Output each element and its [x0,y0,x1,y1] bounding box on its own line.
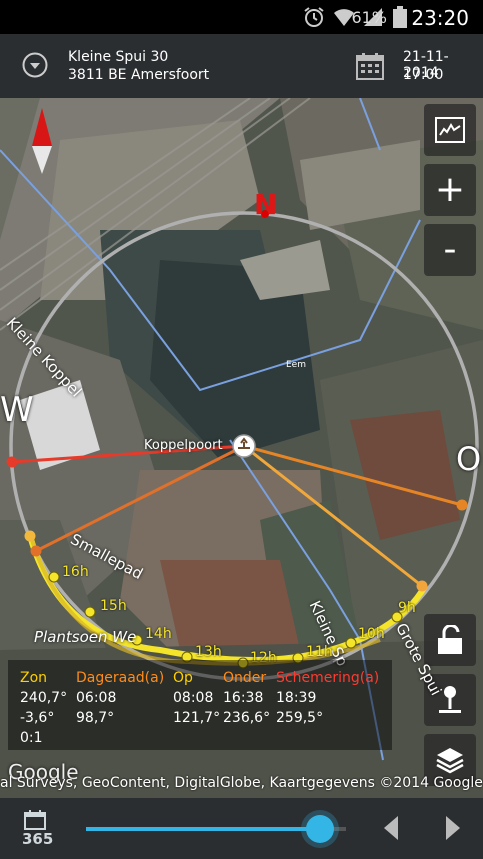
address-street[interactable]: Kleine Spui 30 [68,49,168,65]
sunrise-time: 08:08 [173,690,214,706]
zoom-in-label: + [434,169,466,210]
compass-icon[interactable] [28,106,56,176]
calendar-icon[interactable] [356,52,384,80]
hour-label: 9h [398,600,416,616]
zoom-in-button[interactable]: + [424,164,476,216]
calendar-icon [24,810,46,830]
sunset-azimuth: 236,6° [223,710,271,726]
chevron-down-icon[interactable] [22,52,48,78]
sun-info-panel: Zon Dageraad(a) Op Onder Schemering(a) 2… [8,660,392,750]
previous-icon[interactable] [376,812,408,844]
shadow-ratio: 0:1 [20,730,43,746]
status-clock: 23:20 [411,6,469,30]
location-label: Koppelpoort [144,438,223,453]
info-header: Dageraad(a) [76,670,165,686]
hour-label: 10h [358,626,385,642]
hour-label: 15h [100,598,127,614]
zoom-out-label: - [443,229,457,270]
sun-azimuth: 240,7° [20,690,68,706]
days-count: 365 [22,830,54,848]
bottom-bar: 365 [0,798,483,859]
zoom-out-button[interactable]: - [424,224,476,276]
status-bar: 61% 23:20 [0,0,483,34]
hour-label: 14h [145,626,172,642]
street-label: Plantsoen We [34,628,137,646]
dawn-azimuth: 98,7° [76,710,115,726]
info-header: Onder [223,670,267,686]
info-header: Op [173,670,193,686]
dusk-azimuth: 259,5° [276,710,324,726]
sunset-time: 16:38 [223,690,264,706]
year-range-button[interactable]: 365 [18,808,58,852]
slider-fill [86,827,320,831]
selected-time[interactable]: 17:00 [403,67,443,83]
info-header: Zon [20,670,48,686]
map-type-button[interactable] [424,104,476,156]
battery-percentage: 61% [351,8,387,27]
map-icon [435,117,465,143]
hour-label: 11h [306,644,333,660]
sunrise-azimuth: 121,7° [173,710,221,726]
alarm-icon [304,7,324,27]
compass-west: W [0,390,34,430]
slider-thumb[interactable] [306,815,334,843]
hour-label: 16h [62,564,89,580]
time-slider[interactable] [86,815,346,843]
map-credit: al Surveys, GeoContent, DigitalGlobe, Ka… [0,775,483,791]
compass-east: O [456,440,482,478]
compass-north: N [254,188,278,221]
dusk-time: 18:39 [276,690,317,706]
hour-label: 13h [195,644,222,660]
info-header: Schemering(a) [276,670,380,686]
layers-icon [436,748,464,774]
street-label: Eem [286,360,306,370]
location-header: Kleine Spui 30 3811 BE Amersfoort 21-11-… [0,34,483,98]
unlock-icon [438,625,462,654]
sun-elevation: -3,6° [20,710,55,726]
lock-button[interactable] [424,614,476,666]
next-icon[interactable] [436,812,468,844]
address-city[interactable]: 3811 BE Amersfoort [68,67,209,83]
battery-icon [393,6,407,28]
dawn-time: 06:08 [76,690,117,706]
